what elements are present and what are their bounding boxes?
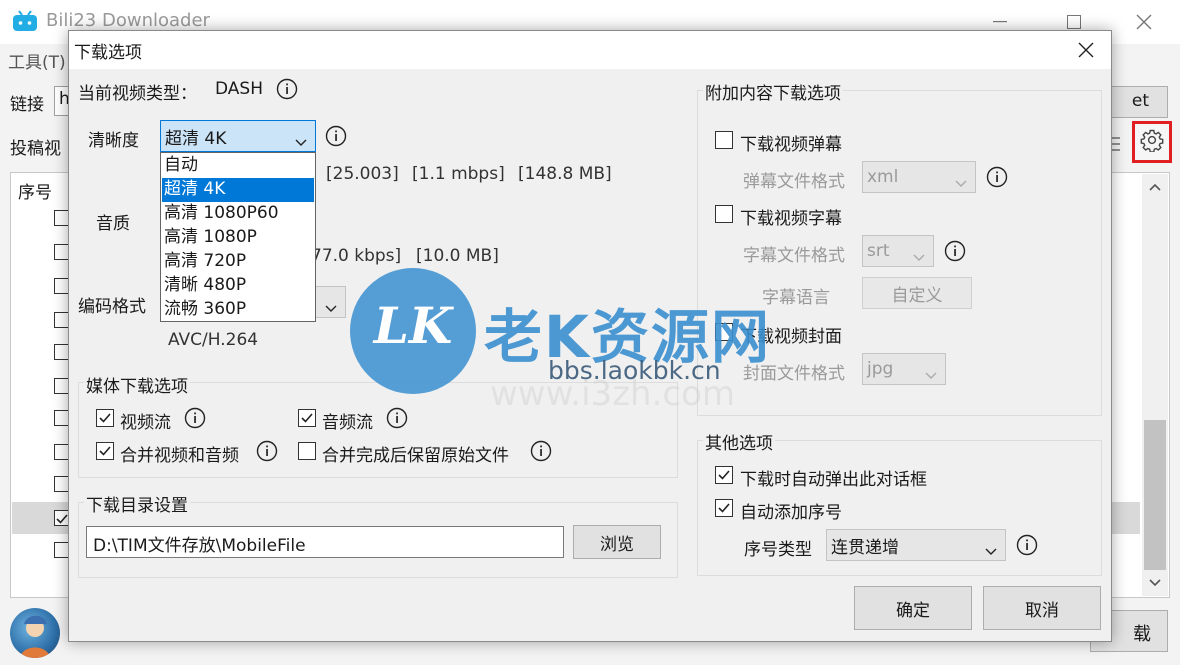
video-fps: [25.003]: [326, 164, 399, 184]
settings-button[interactable]: [1132, 121, 1172, 163]
subtitle-label[interactable]: 下载视频字幕: [740, 204, 842, 229]
quality-option[interactable]: 清晰 480P: [162, 274, 314, 298]
app-title: Bili23 Downloader: [46, 10, 210, 31]
dialog-titlebar: [69, 31, 1111, 69]
quality-option[interactable]: 高清 1080P: [162, 226, 314, 250]
subtitle-checkbox[interactable]: [715, 205, 733, 223]
menu-tools[interactable]: 工具(T): [8, 48, 66, 73]
codec-select[interactable]: [312, 286, 346, 318]
audio-stream-label[interactable]: 音频流: [322, 408, 373, 433]
video-stream-label[interactable]: 视频流: [120, 408, 171, 433]
dialog-title: 下载选项: [74, 43, 142, 63]
video-type-value: DASH: [215, 79, 263, 99]
chevron-down-icon: [955, 173, 967, 193]
info-icon[interactable]: [944, 240, 966, 262]
quality-option[interactable]: 高清 720P: [162, 250, 314, 274]
contribution-label: 投稿视: [10, 139, 61, 159]
keep-original-checkbox[interactable]: [298, 442, 316, 460]
chevron-down-icon: [985, 541, 997, 561]
extra-group-title: 附加内容下载选项: [703, 79, 843, 104]
audio-bitrate: 77.0 kbps]: [311, 246, 402, 266]
cancel-button[interactable]: 取消: [983, 586, 1101, 630]
info-icon[interactable]: [276, 78, 298, 100]
danmaku-format-value: xml: [867, 167, 899, 187]
auto-index-checkbox[interactable]: [715, 499, 733, 517]
quality-option[interactable]: 高清 1080P60: [162, 202, 314, 226]
video-size: [148.8 MB]: [518, 164, 612, 184]
danmaku-format-label: 弹幕文件格式: [743, 172, 845, 192]
info-icon[interactable]: [386, 407, 408, 429]
cover-format-select[interactable]: jpg: [862, 353, 946, 385]
info-icon[interactable]: [184, 407, 206, 429]
scroll-thumb[interactable]: [1144, 420, 1166, 570]
scroll-down-icon[interactable]: [1142, 572, 1168, 594]
dialog-close-icon[interactable]: [1070, 34, 1102, 66]
info-icon[interactable]: [1016, 534, 1038, 556]
info-icon[interactable]: [325, 125, 347, 147]
index-type-value: 连贯递增: [831, 537, 899, 558]
other-group-title: 其他选项: [703, 429, 775, 454]
auto-popup-label[interactable]: 下载时自动弹出此对话框: [740, 465, 927, 490]
download-path-input[interactable]: D:\TIM文件存放\MobileFile: [86, 526, 564, 558]
danmaku-checkbox[interactable]: [715, 131, 733, 149]
directory-group-title: 下载目录设置: [84, 491, 190, 516]
subtitle-lang-button[interactable]: 自定义: [862, 277, 972, 309]
merge-checkbox[interactable]: [96, 442, 114, 460]
index-type-select[interactable]: 连贯递增: [826, 529, 1006, 561]
browse-button[interactable]: 浏览: [573, 525, 661, 559]
info-icon[interactable]: [256, 440, 278, 462]
codec-label: 编码格式: [78, 297, 146, 317]
chevron-down-icon: [295, 132, 307, 152]
main-close-button[interactable]: [1124, 8, 1164, 36]
link-label: 链接: [10, 95, 44, 115]
chevron-down-icon: [925, 365, 937, 385]
subtitle-format-select[interactable]: srt: [862, 235, 934, 267]
audio-label: 音质: [96, 214, 130, 234]
auto-popup-checkbox[interactable]: [715, 466, 733, 484]
gear-icon: [1140, 128, 1164, 157]
video-bitrate: [1.1 mbps]: [412, 164, 505, 184]
subtitle-format-value: srt: [867, 241, 890, 261]
quality-dropdown-list[interactable]: 自动 超清 4K 高清 1080P60 高清 1080P 高清 720P 清晰 480P 流…: [160, 152, 316, 322]
video-type-label: 当前视频类型：: [78, 84, 197, 104]
scroll-up-icon[interactable]: [1142, 176, 1168, 198]
quality-select[interactable]: 超清 4K: [160, 120, 316, 152]
watermark-logo-letters: LK: [373, 296, 453, 355]
quality-label: 清晰度: [88, 131, 139, 151]
quality-selected-value: 超清 4K: [165, 128, 227, 149]
index-type-label: 序号类型: [744, 540, 812, 560]
watermark-url: bbs.laokbk.cn: [548, 356, 721, 385]
audio-size: [10.0 MB]: [416, 246, 499, 266]
ok-button[interactable]: 确定: [854, 586, 972, 630]
subtitle-lang-label: 字幕语言: [762, 288, 830, 308]
quality-option[interactable]: 超清 4K: [162, 178, 314, 202]
codec-value: AVC/H.264: [168, 330, 259, 350]
chevron-down-icon: [325, 298, 337, 318]
media-group-title: 媒体下载选项: [84, 372, 190, 397]
auto-index-label[interactable]: 自动添加序号: [740, 498, 842, 523]
danmaku-format-select[interactable]: xml: [862, 161, 976, 193]
subtitle-format-label: 字幕文件格式: [743, 246, 845, 266]
info-icon[interactable]: [986, 166, 1008, 188]
audio-stream-checkbox[interactable]: [298, 409, 316, 427]
user-avatar[interactable]: [10, 608, 60, 658]
cover-format-value: jpg: [867, 359, 894, 379]
bilibili-tv-icon: [12, 10, 38, 32]
chevron-down-icon: [913, 247, 925, 267]
quality-option[interactable]: 流畅 360P: [162, 298, 314, 322]
keep-original-label[interactable]: 合并完成后保留原始文件: [322, 441, 509, 466]
merge-label[interactable]: 合并视频和音频: [120, 441, 239, 466]
quality-option[interactable]: 自动: [162, 154, 314, 178]
column-header-index[interactable]: 序号: [18, 178, 52, 203]
info-icon[interactable]: [530, 440, 552, 462]
danmaku-label[interactable]: 下载视频弹幕: [740, 130, 842, 155]
video-stream-checkbox[interactable]: [96, 409, 114, 427]
